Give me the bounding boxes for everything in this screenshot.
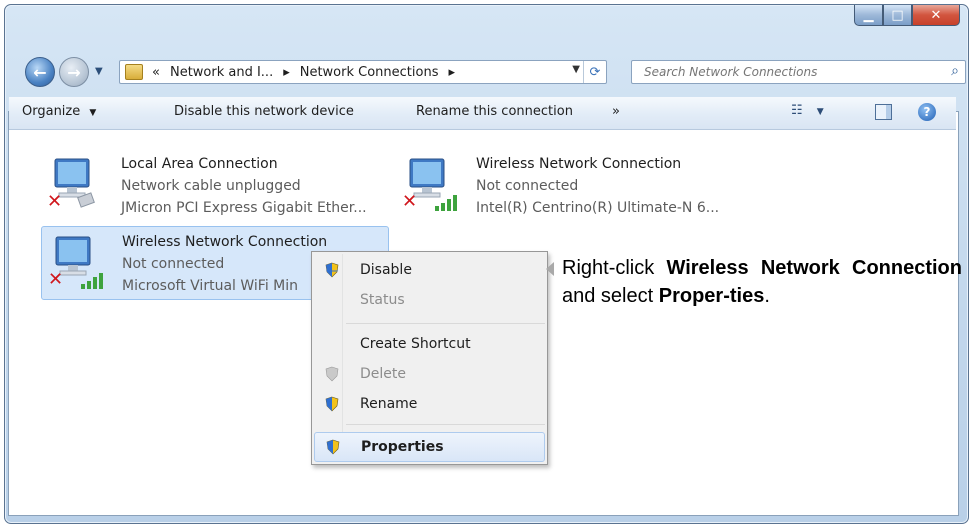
navigation-bar: ← → ▼ « Network and I... ▸ Network Conne… [25,57,966,87]
callout-text: . [764,285,770,307]
menu-item-delete[interactable]: Delete [314,360,545,388]
minimize-button[interactable]: ▁ [854,5,883,26]
callout-text: Right-click [562,257,667,279]
view-list-icon: ☷ [791,103,803,118]
menu-item-label: Rename [360,396,418,412]
organize-label: Organize [22,104,81,119]
signal-bars-icon [81,273,103,289]
maximize-icon: □ [891,7,904,23]
change-view-button[interactable]: ☷ ▼ [791,103,824,118]
uac-shield-icon [325,366,339,382]
preview-pane-icon[interactable] [875,104,892,120]
error-x-icon: ✕ [47,191,63,212]
organize-button[interactable]: Organize ▼ [22,104,96,119]
menu-item-properties[interactable]: Properties [314,432,545,462]
connection-status: Not connected [122,256,225,272]
rename-connection-button[interactable]: Rename this connection [416,104,573,119]
address-dropdown-icon[interactable]: ▼ [572,64,580,75]
maximize-button[interactable]: □ [883,5,912,26]
menu-item-status[interactable]: Status [314,286,545,314]
error-x-icon: ✕ [48,269,64,290]
menu-separator [346,424,545,425]
recent-pages-dropdown[interactable]: ▼ [95,66,103,77]
help-icon[interactable]: ? [918,103,936,121]
menu-item-rename[interactable]: Rename [314,390,545,418]
title-bar-controls: ▁ □ ✕ [854,5,960,27]
signal-bars-icon [435,195,457,211]
connection-wireless-intel[interactable]: ✕ Wireless Network Connection Not connec… [396,149,796,221]
menu-item-label: Delete [360,366,406,382]
breadcrumb-network-and-internet[interactable]: Network and I... [165,65,278,80]
callout-emphasis-connection: Wireless Network Connection [666,257,963,279]
callout-emphasis-properties: Proper-ties [658,285,765,307]
error-x-icon: ✕ [402,191,418,212]
close-icon: ✕ [930,7,942,23]
menu-item-disable[interactable]: Disable [314,256,545,284]
back-button[interactable]: ← [25,57,55,87]
forward-arrow-icon: → [67,62,81,82]
connection-title: Wireless Network Connection [122,234,328,250]
connection-device: Intel(R) Centrino(R) Ultimate-N 6... [476,200,720,216]
uac-shield-icon [326,439,340,455]
breadcrumb-separator-icon[interactable]: ▸ [443,65,460,80]
menu-separator [346,323,545,324]
connection-title: Local Area Connection [121,156,278,172]
context-menu: Disable Status Create Shortcut Delete Re… [311,251,548,465]
breadcrumb-separator-icon[interactable]: ▸ [278,65,295,80]
refresh-icon[interactable]: ⟳ [583,61,606,83]
control-panel-icon [125,64,143,80]
connection-device: Microsoft Virtual WiFi Min [122,278,298,294]
menu-item-create-shortcut[interactable]: Create Shortcut [314,330,545,358]
breadcrumb-overflow[interactable]: « [147,65,165,80]
menu-item-label: Properties [361,439,444,455]
chevron-down-icon: ▼ [816,107,824,117]
menu-item-label: Status [360,292,405,308]
callout-text: and select [562,285,659,307]
callout-pointer [546,262,554,276]
connection-status: Network cable unplugged [121,178,301,194]
back-arrow-icon: ← [33,62,47,82]
menu-item-label: Disable [360,262,412,278]
close-button[interactable]: ✕ [912,5,960,26]
menu-item-label: Create Shortcut [360,336,471,352]
connection-device: JMicron PCI Express Gigabit Ether... [121,200,367,216]
uac-shield-icon [325,396,339,412]
more-commands-button[interactable]: » [612,104,620,119]
search-icon[interactable]: ⌕ [951,63,959,79]
search-box[interactable]: ⌕ [631,60,966,84]
disable-device-button[interactable]: Disable this network device [174,104,354,119]
chevron-down-icon: ▼ [89,108,97,118]
instruction-callout: Right-click Wireless Network Connection … [562,254,962,310]
uac-shield-icon [325,262,339,278]
search-input[interactable] [642,61,936,83]
command-bar: Organize ▼ Disable this network device R… [9,97,956,130]
chevron-down-icon: ▼ [95,66,103,77]
forward-button[interactable]: → [59,57,89,87]
address-bar[interactable]: « Network and I... ▸ Network Connections… [119,60,607,84]
breadcrumb-network-connections[interactable]: Network Connections [295,65,444,80]
connection-title: Wireless Network Connection [476,156,682,172]
connection-status: Not connected [476,178,579,194]
minimize-icon: ▁ [863,7,874,23]
connection-local-area[interactable]: ✕ Local Area Connection Network cable un… [41,149,391,221]
